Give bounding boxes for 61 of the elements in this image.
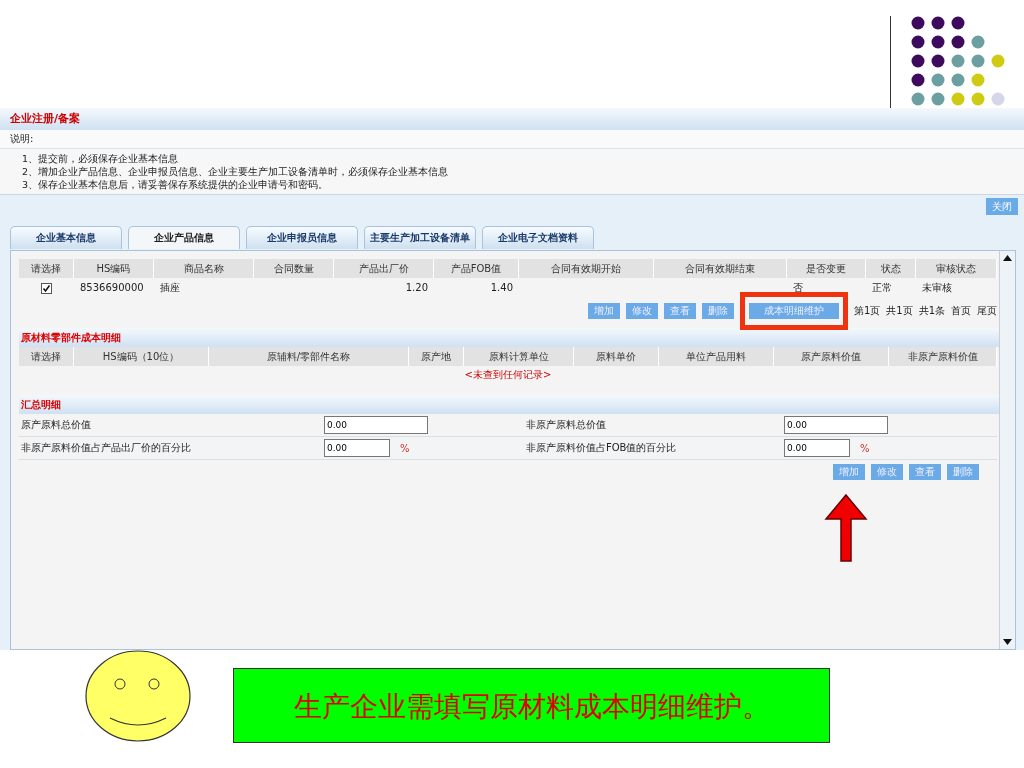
scrollbar[interactable] (999, 251, 1015, 649)
column-header: 合同数量 (254, 259, 334, 278)
scroll-down-icon[interactable] (1003, 639, 1012, 645)
column-header: HS编码（10位） (74, 347, 209, 366)
table-cell: 否 (793, 282, 803, 293)
table-cell: 1.20 (405, 282, 428, 293)
note-text: 1、提交前，必须保存企业基本信息 (22, 152, 180, 165)
tab[interactable]: 主要生产加工设备清单 (364, 226, 476, 249)
unit-label: % (859, 442, 870, 454)
column-header: 请选择 (19, 347, 74, 366)
pager-text: 第1页 (853, 304, 881, 318)
column-header: 合同有效期开始 (519, 259, 654, 278)
caption-box: 生产企业需填写原材料成本明细维护。 (233, 668, 830, 743)
field-label: 原产原料总价值 (20, 418, 92, 432)
note-text: 3、保存企业基本信息后，请妥善保存系统提供的企业申请号和密码。 (22, 178, 330, 191)
unit-label: % (399, 442, 410, 454)
tab[interactable]: 企业电子文档资料 (482, 226, 594, 249)
input-field[interactable]: 0.00 (784, 416, 888, 434)
table-cell: 未审核 (922, 282, 952, 293)
column-header: 原产原料价值 (774, 347, 889, 366)
column-header: 产品出厂价 (334, 259, 434, 278)
column-header: 非原产原料价值 (889, 347, 997, 366)
input-field[interactable]: 0.00 (324, 439, 390, 457)
column-header: 原料单价 (574, 347, 659, 366)
input-field[interactable]: 0.00 (784, 439, 850, 457)
tab[interactable]: 企业基本信息 (10, 226, 122, 249)
column-header: 审核状态 (916, 259, 997, 278)
up-arrow-icon (824, 493, 868, 563)
note-text: 2、增加企业产品信息、企业申报员信息、企业主要生产加工设备清单时，必须保存企业基本信息 (22, 165, 450, 178)
column-header: 是否变更 (787, 259, 866, 278)
column-header: 原产地 (409, 347, 464, 366)
table-cell: 正常 (872, 282, 892, 293)
section-title: 汇总明细 (19, 395, 999, 414)
column-header: 产品FOB值 (434, 259, 519, 278)
field-label: 非原产原料价值占产品出厂价的百分比 (20, 441, 192, 455)
page-title: 企业注册/备案 (0, 108, 1024, 130)
field-label: 非原产原料价值占FOB值的百分比 (525, 441, 678, 455)
checkbox[interactable] (41, 282, 52, 294)
column-header: 请选择 (19, 259, 74, 278)
column-header: 状态 (866, 259, 916, 278)
notes-label: 说明: (0, 130, 1024, 149)
section-title: 原材料零部件成本明细 (19, 328, 999, 347)
table-cell: 1.40 (490, 282, 513, 293)
column-header: 合同有效期结束 (654, 259, 787, 278)
field-label: 非原产原料总价值 (525, 418, 607, 432)
table-cell: 插座 (160, 282, 180, 293)
column-header: 原辅料/零部件名称 (209, 347, 409, 366)
column-header: 原料计算单位 (464, 347, 574, 366)
pager-text: 共1条 (918, 304, 945, 318)
tab[interactable]: 企业申报员信息 (246, 226, 358, 249)
column-header: 商品名称 (154, 259, 254, 278)
scroll-up-icon[interactable] (1003, 255, 1012, 261)
empty-message: <未查到任何记录> (464, 369, 552, 380)
column-header: 单位产品用料 (659, 347, 774, 366)
tab[interactable]: 企业产品信息 (128, 226, 240, 249)
column-header: HS编码 (74, 259, 154, 278)
pager-link[interactable]: 首页 (951, 304, 971, 318)
pager-text: 共1页 (886, 304, 913, 318)
table-cell: 8536690000 (80, 282, 144, 293)
input-field[interactable]: 0.00 (324, 416, 428, 434)
pager-link[interactable]: 尾页 (977, 304, 997, 318)
